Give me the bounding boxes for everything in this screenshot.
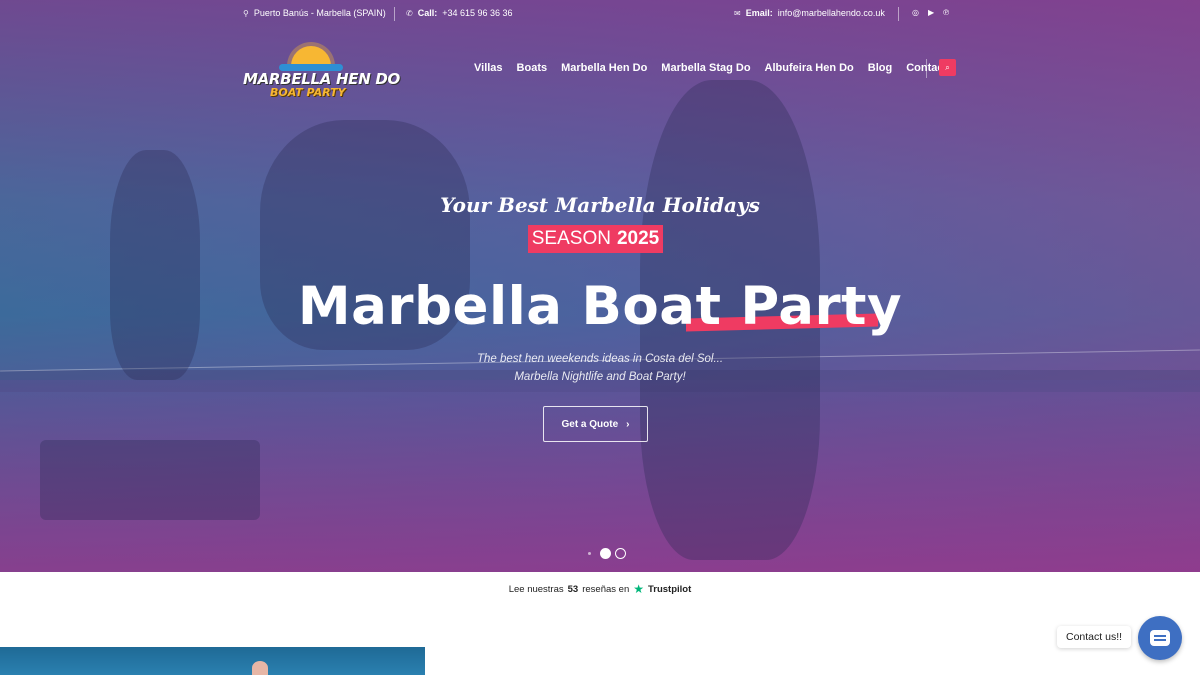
email-info[interactable]: ✉ Email: info@marbellahendo.co.uk: [734, 8, 885, 18]
section-image: [0, 647, 425, 675]
map-pin-icon: ⚲: [243, 8, 249, 18]
get-quote-button[interactable]: Get a Quote ›: [543, 406, 648, 442]
nav-villas[interactable]: Villas: [474, 62, 503, 76]
topbar-divider: [898, 7, 899, 21]
slider-dot-marker: [588, 552, 591, 555]
boat-deck: [40, 440, 260, 520]
email-label: Email:: [745, 8, 773, 18]
site-logo[interactable]: MARBELLA HEN DO BOAT PARTY: [243, 40, 400, 100]
pinterest-icon[interactable]: ℗: [943, 8, 949, 17]
phone-number[interactable]: +34 615 96 36 36: [442, 8, 512, 18]
trustpilot-brand: Trustpilot: [648, 583, 692, 595]
nav-blog[interactable]: Blog: [868, 62, 892, 76]
nav-divider: [926, 59, 927, 78]
contact-widget-button[interactable]: [1138, 616, 1182, 660]
nav-albufeira-hen-do[interactable]: Albufeira Hen Do: [765, 62, 854, 76]
hero-subtitle-line2: Marbella Nightlife and Boat Party!: [514, 371, 686, 383]
season-label: SEASON: [531, 228, 611, 249]
trustpilot-prefix: Lee nuestras: [508, 583, 564, 595]
slider-dot-1[interactable]: [600, 548, 611, 559]
main-nav: Villas Boats Marbella Hen Do Marbella St…: [474, 62, 961, 76]
search-icon: ⌕: [945, 62, 950, 72]
slider-dot-2[interactable]: [615, 548, 626, 559]
top-info-bar: ⚲ Puerto Banús - Marbella (SPAIN) ✆ Call…: [0, 7, 1200, 22]
nav-boats[interactable]: Boats: [517, 62, 548, 76]
envelope-icon: ✉: [734, 8, 741, 18]
trustpilot-star-icon: ★: [633, 582, 644, 596]
season-badge: SEASON 2025: [528, 225, 663, 253]
chat-bubble-icon: [1150, 630, 1170, 646]
chevron-right-icon: ›: [626, 418, 630, 430]
trustpilot-count: 53: [567, 583, 579, 595]
hero-tagline: Your Best Marbella Holidays: [440, 193, 760, 217]
hero-subtitle: The best hen weekends ideas in Costa del…: [0, 350, 1200, 386]
trustpilot-suffix: reseñas en: [582, 583, 630, 595]
contact-widget-label[interactable]: Contact us!!: [1057, 626, 1132, 648]
search-button[interactable]: ⌕: [939, 59, 956, 76]
jumping-person-1: [110, 150, 200, 380]
logo-subtitle: BOAT PARTY: [270, 86, 346, 99]
call-label: Call:: [417, 8, 438, 18]
season-year: 2025: [616, 228, 660, 249]
email-address[interactable]: info@marbellahendo.co.uk: [778, 8, 885, 18]
nav-marbella-hen-do[interactable]: Marbella Hen Do: [561, 62, 647, 76]
social-links: ◎ ▶ ℗: [912, 8, 949, 17]
trustpilot-widget[interactable]: Lee nuestras 53 reseñas en ★ Trustpilot: [0, 582, 1200, 596]
instagram-icon[interactable]: ◎: [912, 8, 919, 17]
hero-subtitle-line1: The best hen weekends ideas in Costa del…: [476, 353, 724, 365]
phone-icon: ✆: [406, 8, 413, 18]
slider-pagination: [600, 548, 626, 559]
phone-info[interactable]: ✆ Call: +34 615 96 36 36: [406, 8, 513, 18]
get-quote-label: Get a Quote: [561, 418, 619, 430]
swimmer-figure: [252, 661, 268, 675]
hero-headline: Marbella Boat Party: [297, 276, 903, 337]
location-text: Puerto Banús - Marbella (SPAIN): [253, 8, 386, 18]
youtube-icon[interactable]: ▶: [928, 8, 934, 17]
nav-marbella-stag-do[interactable]: Marbella Stag Do: [661, 62, 750, 76]
topbar-divider: [394, 7, 395, 21]
location-info: ⚲ Puerto Banús - Marbella (SPAIN): [243, 8, 386, 18]
